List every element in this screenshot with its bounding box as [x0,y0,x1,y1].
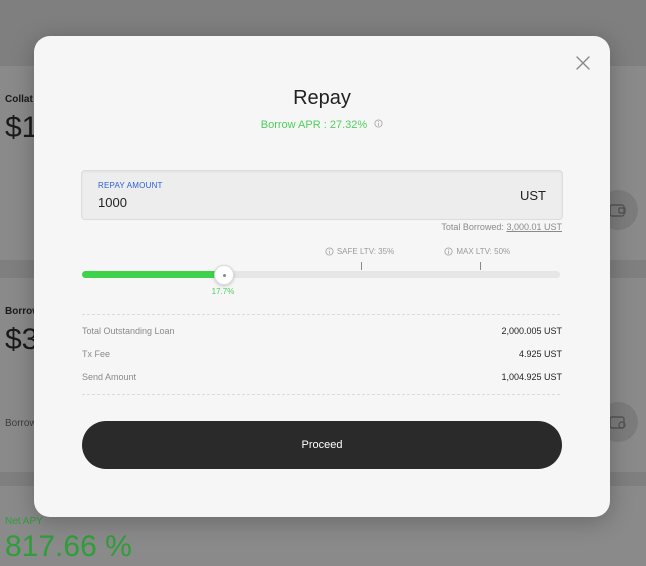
current-ltv-value: 17.7% [211,287,235,296]
total-borrowed-amount[interactable]: 3,000.01 UST [506,222,562,232]
summary-row-label: Total Outstanding Loan [82,326,175,336]
ltv-slider-fill [82,271,223,278]
max-ltv-label: MAX LTV: 50% [456,247,511,256]
total-borrowed-label: Total Borrowed: [441,222,504,232]
repay-modal: Repay Borrow APR : 27.32% REPAY AMOUNT U… [34,36,610,517]
borrow-apr: Borrow APR : 27.32% [34,119,610,131]
safe-ltv-tick [360,262,362,270]
safe-ltv-info-icon [325,247,334,256]
total-borrowed: Total Borrowed: 3,000.01 UST [441,222,562,232]
collateral-label: Collat [5,94,33,105]
divider-bottom [82,394,560,395]
summary-row-label: Send Amount [82,372,137,382]
modal-title: Repay [293,87,351,109]
repay-amount-label: REPAY AMOUNT [98,181,163,190]
net-apy-value: 817.66 % [5,530,132,563]
max-ltv-tick [480,262,482,270]
safe-ltv-marker: SAFE LTV: 35% [325,247,394,256]
borrow-small-label: Borrow [5,418,37,429]
ltv-slider[interactable] [82,265,560,285]
max-ltv-marker: MAX LTV: 50% [444,247,510,256]
summary-row-value: 4.925 UST [518,349,562,359]
summary-row-value: 2,000.005 UST [501,326,562,336]
summary-row-label: Tx Fee [82,349,111,359]
net-apy-label: Net APY [5,516,43,527]
info-icon[interactable] [374,119,383,131]
divider-top [82,314,560,315]
close-icon[interactable] [574,54,592,72]
repay-amount-input[interactable] [98,195,458,210]
safe-ltv-label: SAFE LTV: 35% [336,247,395,256]
proceed-button[interactable]: Proceed [82,421,562,469]
ltv-slider-thumb[interactable] [214,265,234,285]
summary-row-value: 1,004.925 UST [501,372,562,382]
borrow-apr-text: Borrow APR : 27.32% [260,119,368,131]
max-ltv-info-icon [444,247,453,256]
repay-amount-unit: UST [520,188,546,203]
repay-amount-field[interactable]: REPAY AMOUNT UST [81,170,563,220]
